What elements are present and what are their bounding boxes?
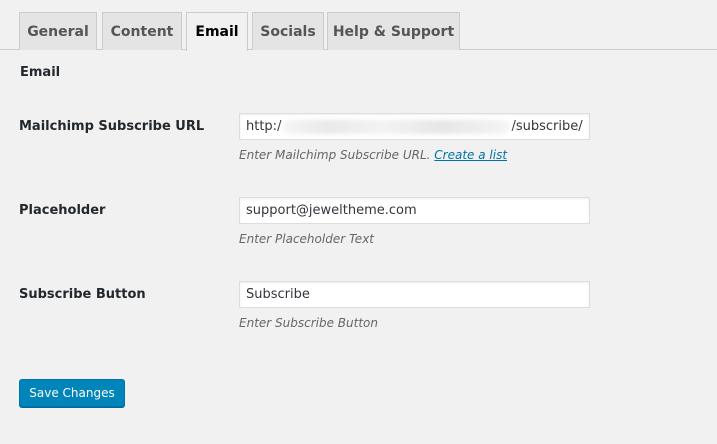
mailchimp-url-hint: Enter Mailchimp Subscribe URL. xyxy=(239,148,431,162)
mailchimp-url-label: Mailchimp Subscribe URL xyxy=(19,119,205,134)
settings-tabs: General Content Email Socials Help & Sup… xyxy=(0,0,717,51)
placeholder-description: Enter Placeholder Text xyxy=(239,232,374,246)
placeholder-label: Placeholder xyxy=(19,203,106,218)
tab-socials[interactable]: Socials xyxy=(252,12,324,50)
mailchimp-url-description: Enter Mailchimp Subscribe URL. Create a … xyxy=(239,148,507,162)
url-prefix: http:/ xyxy=(246,119,282,134)
create-list-link[interactable]: Create a list xyxy=(434,148,507,162)
tab-general[interactable]: General xyxy=(19,12,97,50)
subscribe-button-label: Subscribe Button xyxy=(19,287,146,302)
save-changes-button[interactable]: Save Changes xyxy=(19,379,125,407)
placeholder-input[interactable] xyxy=(239,197,590,224)
url-suffix: /subscribe/ xyxy=(511,119,583,134)
subscribe-button-description: Enter Subscribe Button xyxy=(239,316,378,330)
tab-email[interactable]: Email xyxy=(186,12,248,51)
section-title: Email xyxy=(20,65,61,80)
redacted-url-segment xyxy=(282,119,511,134)
subscribe-button-input[interactable] xyxy=(239,281,590,308)
tab-content[interactable]: Content xyxy=(102,12,182,50)
tab-help-support[interactable]: Help & Support xyxy=(327,12,460,50)
mailchimp-url-input[interactable]: http:/ /subscribe/ xyxy=(239,113,590,140)
